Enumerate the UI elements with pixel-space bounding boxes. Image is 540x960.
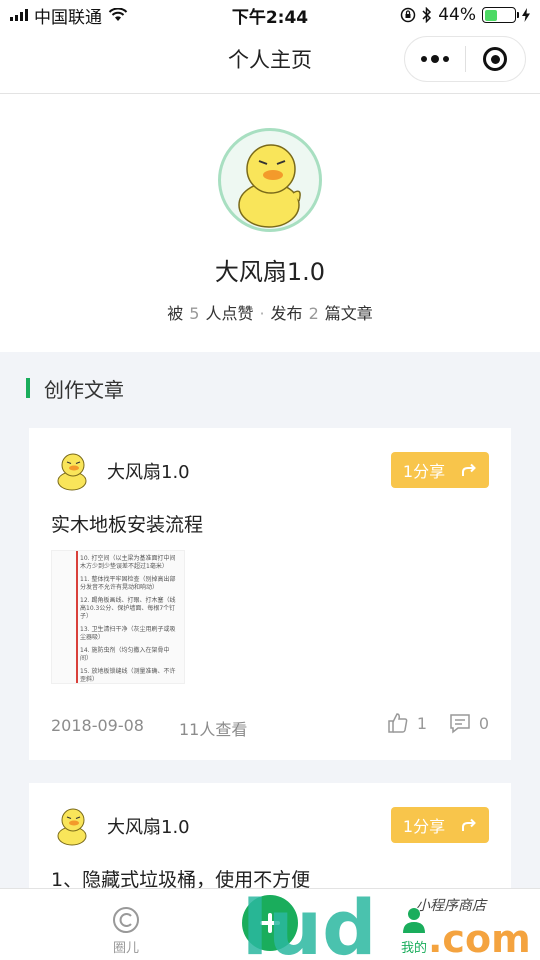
rotation-lock-icon [400, 7, 416, 23]
author-name: 大风扇1.0 [107, 462, 190, 483]
circle-tab-icon [113, 907, 139, 933]
thumb-line: 13. 卫生清扫干净（灰尘用刷子或吸尘器吸） [80, 626, 176, 641]
avatar[interactable] [218, 128, 322, 232]
nav-bar: 个人主页 [0, 30, 540, 94]
share-label: 1分享 [402, 817, 446, 836]
likes-suffix: 人点赞 [205, 304, 254, 323]
add-post-button[interactable] [242, 895, 298, 951]
thumb-line: 10. 打空间（以主梁为基准面打中间木方少到少垫误差不超过1毫米） [80, 555, 176, 570]
article-thumbnail[interactable]: 10. 打空间（以主梁为基准面打中间木方少到少垫误差不超过1毫米） 11. 整体… [51, 550, 185, 684]
more-menu-button[interactable] [405, 54, 465, 63]
record-icon [483, 47, 508, 71]
author-avatar-icon [57, 453, 87, 491]
share-button[interactable]: 1分享 [391, 807, 489, 843]
tab-bar: 圈儿 我的 [0, 888, 540, 960]
battery-icon [482, 7, 519, 23]
posts-prefix: 发布 [270, 304, 303, 323]
tab-label-circle: 圈儿 [112, 941, 139, 956]
tab-circle[interactable]: 圈儿 [66, 889, 186, 956]
profile-name: 大风扇1.0 [214, 258, 326, 286]
tab-mine[interactable]: 我的 [354, 889, 474, 956]
section-title: 创作文章 [26, 372, 124, 404]
thumb-line: 15. 放地板锁缝线（测量准确、不许歪斜） [80, 668, 176, 683]
status-bar: 中国联通 下午2:44 44% [0, 0, 540, 30]
article-views: 11人查看 [179, 720, 248, 739]
share-arrow-icon [462, 463, 477, 476]
thumb-line: 11. 整体找平牢固检查（别掉高出部分发音不允许有晃动和响动） [80, 576, 176, 591]
posts-suffix: 篇文章 [324, 304, 373, 323]
profile-stats: 被 5 人点赞 · 发布 2 篇文章 [0, 300, 540, 324]
like-count: 1 [416, 713, 427, 733]
thumb-line: 12. 踢角板画线、打眼、打木塞（线高10.3公分、保护墙面、每根7个钉子） [80, 597, 176, 620]
miniprogram-capsule [404, 36, 526, 82]
section-title-text: 创作文章 [44, 377, 124, 402]
profile-header: 大风扇1.0 被 5 人点赞 · 发布 2 篇文章 [0, 94, 540, 352]
duck-avatar-icon [238, 144, 301, 228]
comment-button[interactable]: 0 [449, 712, 489, 734]
person-tab-icon [403, 908, 425, 933]
posts-count: 2 [308, 304, 319, 323]
author-name: 大风扇1.0 [107, 817, 190, 838]
article-card[interactable]: 大风扇1.0 1分享 1、隐藏式垃圾桶，使用不方便 [29, 783, 511, 903]
article-date: 2018-09-08 [51, 716, 144, 735]
article-title[interactable]: 实木地板安装流程 [51, 510, 203, 537]
charging-icon [522, 8, 530, 22]
share-arrow-icon [462, 818, 477, 831]
thumbs-up-icon [388, 713, 408, 733]
article-card[interactable]: 大风扇1.0 1分享 实木地板安装流程 10. 打空间（以主梁为基准面打中间木方… [29, 428, 511, 760]
tab-label-mine: 我的 [400, 941, 427, 956]
section-accent-bar [26, 378, 30, 398]
thumb-line: 14. 施防虫剂（均匀撒入在架骨中间） [80, 647, 170, 662]
battery-percent: 44% [438, 5, 476, 25]
close-miniprogram-button[interactable] [465, 47, 525, 71]
share-button[interactable]: 1分享 [391, 452, 489, 488]
author-avatar-icon [57, 808, 87, 846]
stats-separator: · [259, 304, 265, 323]
comment-count: 0 [478, 713, 489, 733]
likes-prefix: 被 [167, 304, 184, 323]
share-label: 1分享 [402, 462, 446, 481]
like-button[interactable]: 1 [387, 712, 427, 734]
comment-icon [450, 714, 470, 734]
bluetooth-icon [422, 7, 432, 23]
likes-count: 5 [189, 304, 200, 323]
